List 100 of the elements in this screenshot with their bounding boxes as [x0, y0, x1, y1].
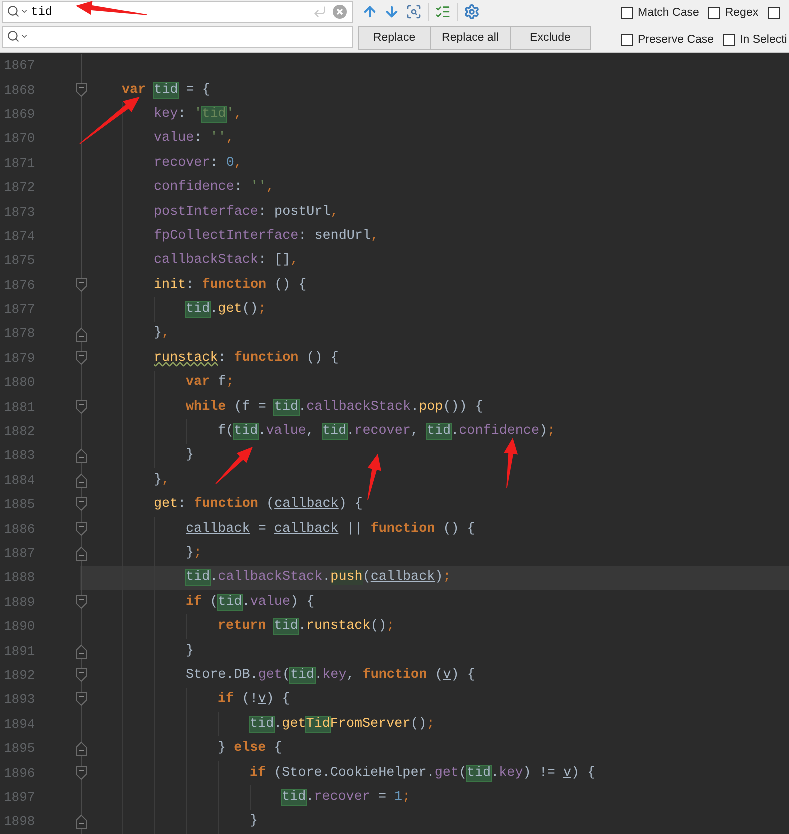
line-number: 1896 — [3, 766, 36, 781]
line-number: 1872 — [3, 180, 36, 196]
code-line: }, — [154, 472, 170, 488]
line-number: 1891 — [3, 644, 36, 659]
checkbox[interactable] — [723, 34, 736, 46]
annotation-arrow — [504, 438, 518, 488]
fold-marker-icon[interactable] — [76, 492, 86, 518]
find-bar-button[interactable]: Exclude — [510, 26, 591, 50]
line-number: 1892 — [3, 668, 36, 683]
line-number: 1883 — [3, 448, 36, 464]
code-line: while (f = tid.callbackStack.pop()) { — [186, 400, 484, 415]
option-label: In Selecti — [740, 34, 788, 46]
code-line: } — [186, 644, 194, 659]
annotation-arrow — [80, 97, 140, 144]
code-line: if (Store.CookieHelper.get(tid.key) != v) { — [250, 766, 596, 781]
code-line: var tid = { — [122, 82, 210, 98]
option-label: Match Case — [638, 7, 700, 19]
fold-marker-icon[interactable] — [76, 346, 86, 371]
find-all-icon[interactable] — [406, 4, 422, 20]
line-number: 1898 — [3, 814, 36, 830]
code-line: value: '', — [154, 131, 234, 146]
line-number: 1884 — [3, 472, 36, 488]
line-number: 1875 — [3, 253, 36, 268]
line-number: 1870 — [3, 131, 36, 146]
caret-icon — [20, 7, 29, 16]
code-line: get: function (callback) { — [154, 497, 363, 512]
code-line: confidence: '', — [154, 180, 275, 196]
line-number: 1897 — [3, 790, 36, 805]
code-line: Store.DB.get(tid.key, function (v) { — [186, 668, 476, 683]
select-all-icon[interactable] — [435, 4, 451, 20]
line-number: 1873 — [3, 204, 36, 220]
line-number: 1876 — [3, 278, 36, 293]
fold-marker-icon[interactable] — [76, 809, 86, 834]
code-line: postInterface: postUrl, — [154, 204, 339, 220]
code-line: var f; — [186, 375, 234, 390]
search-field[interactable]: tid — [2, 1, 353, 23]
checkbox[interactable] — [621, 7, 633, 19]
caret-icon — [20, 32, 29, 41]
code-line: } — [250, 814, 258, 830]
line-number: 1888 — [3, 570, 36, 586]
line-number: 1893 — [3, 692, 36, 708]
find-bar-button[interactable]: Replace all — [430, 26, 511, 50]
find-bar-button[interactable]: Replace — [358, 26, 431, 50]
code-line: init: function () { — [154, 278, 307, 293]
code-line: } else { — [218, 741, 282, 756]
fold-marker-icon[interactable] — [76, 322, 86, 346]
fold-marker-icon[interactable] — [76, 638, 86, 664]
clear-icon[interactable] — [333, 5, 347, 19]
line-number: 1878 — [3, 326, 36, 342]
code-line: recover: 0, — [154, 156, 242, 171]
checkbox[interactable] — [768, 7, 780, 19]
fold-marker-icon[interactable] — [76, 516, 86, 542]
code-line: tid.callbackStack.push(callback); — [186, 570, 452, 586]
code-line: key: 'tid', — [154, 106, 242, 122]
code-line: runstack: function () { — [154, 350, 339, 366]
line-number: 1869 — [3, 106, 36, 122]
fold-marker-icon[interactable] — [76, 394, 86, 420]
fold-marker-icon[interactable] — [76, 443, 86, 468]
line-number: 1889 — [3, 594, 36, 610]
line-number: 1894 — [3, 716, 36, 732]
fold-marker-icon[interactable] — [76, 590, 86, 615]
line-number: 1879 — [3, 350, 36, 366]
code-line: if (!v) { — [218, 692, 290, 708]
fold-marker-icon[interactable] — [76, 468, 86, 493]
code-line: }, — [154, 326, 170, 342]
replace-field[interactable] — [2, 26, 353, 48]
settings-icon[interactable] — [464, 4, 480, 20]
fold-marker-icon[interactable] — [76, 687, 86, 712]
search-icon[interactable] — [7, 30, 20, 43]
option-label: Regex — [725, 7, 759, 19]
code-line: }; — [186, 546, 202, 561]
search-icon[interactable] — [7, 5, 20, 18]
line-number: 1885 — [3, 497, 36, 512]
line-number: 1882 — [3, 424, 36, 440]
fold-marker-icon[interactable] — [76, 760, 86, 786]
fold-marker-icon[interactable] — [76, 736, 86, 762]
fold-marker-icon[interactable] — [76, 541, 86, 566]
code-line: return tid.runstack(); — [218, 619, 395, 634]
annotation-arrow — [76, 1, 148, 16]
checkbox[interactable] — [621, 34, 633, 46]
line-number: 1867 — [3, 58, 36, 74]
code-line: f(tid.value, tid.recover, tid.confidence); — [218, 424, 556, 440]
line-number: 1886 — [3, 522, 36, 537]
line-number: 1880 — [3, 375, 36, 390]
fold-marker-icon[interactable] — [76, 272, 86, 298]
fold-marker-icon[interactable] — [76, 78, 86, 103]
code-line: tid.get(); — [186, 302, 266, 318]
checkbox[interactable] — [708, 7, 720, 19]
annotation-arrow — [216, 447, 253, 484]
line-number: 1874 — [3, 228, 36, 244]
fold-marker-icon[interactable] — [76, 662, 86, 688]
annotation-arrow — [368, 454, 382, 500]
code-line: callback = callback || function () { — [186, 522, 476, 537]
line-number: 1881 — [3, 400, 36, 415]
line-number: 1890 — [3, 619, 36, 634]
enter-icon[interactable] — [313, 5, 327, 19]
code-line: callbackStack: [], — [154, 253, 299, 268]
line-number: 1887 — [3, 546, 36, 561]
line-number: 1871 — [3, 156, 36, 171]
line-number: 1895 — [3, 741, 36, 756]
